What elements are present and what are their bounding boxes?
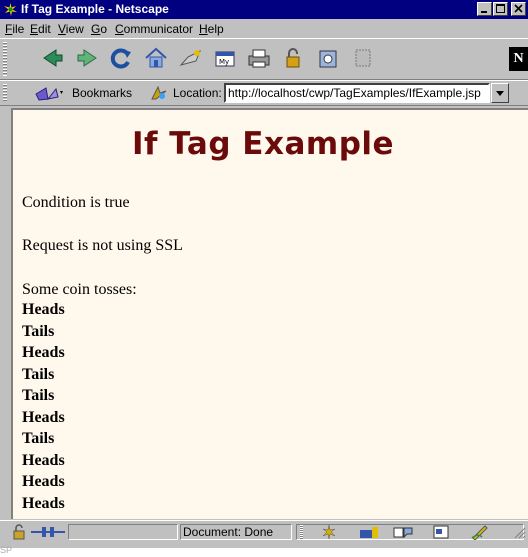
minimize-icon [481, 11, 487, 13]
maximize-button[interactable] [493, 2, 508, 16]
page-content: If Tag Example Condition is true Request… [11, 108, 528, 519]
forward-icon[interactable] [72, 43, 102, 73]
component-bar-grip[interactable] [300, 525, 303, 539]
navigator-icon[interactable] [320, 524, 338, 540]
coin-toss-result: Tails [22, 387, 55, 404]
my-netscape-icon[interactable]: My [210, 43, 240, 73]
location-icon[interactable] [150, 85, 168, 101]
close-button[interactable] [511, 2, 526, 16]
maximize-icon [496, 4, 505, 13]
location-grip[interactable] [3, 84, 7, 102]
security-icon[interactable] [278, 43, 308, 73]
coin-toss-result: Heads [22, 301, 65, 318]
unlocked-security-icon[interactable] [10, 524, 28, 540]
close-icon [514, 4, 523, 13]
shop-icon[interactable] [313, 43, 343, 73]
condition-text: Condition is true [22, 194, 130, 211]
location-toolbar: Bookmarks Location: http://localhost/cwp… [0, 80, 528, 106]
coin-toss-result: Tails [22, 323, 55, 340]
mail-icon[interactable] [358, 524, 380, 540]
reload-icon[interactable] [106, 43, 136, 73]
coin-toss-result: Tails [22, 366, 55, 383]
netscape-app-icon[interactable] [3, 2, 18, 17]
page-heading: If Tag Example [131, 126, 395, 162]
ssl-text: Request is not using SSL [22, 237, 183, 254]
coin-toss-result: Heads [22, 473, 65, 490]
composer-icon[interactable] [470, 524, 490, 540]
home-icon[interactable] [141, 43, 171, 73]
bookmarks-button[interactable]: Bookmarks [72, 86, 132, 100]
menu-help[interactable]: Help [199, 22, 224, 36]
coin-toss-result: Heads [22, 409, 65, 426]
menu-view[interactable]: View [58, 22, 84, 36]
browser-window: If Tag Example - Netscape File Edit View… [0, 0, 528, 548]
stop-icon[interactable] [348, 43, 378, 73]
search-icon[interactable] [176, 43, 206, 73]
url-input[interactable]: http://localhost/cwp/TagExamples/IfExamp… [224, 83, 490, 103]
status-bar: Document: Done [0, 520, 528, 543]
connection-icon [31, 527, 65, 537]
coin-toss-result: Heads [22, 344, 65, 361]
menu-file[interactable]: File [5, 22, 24, 36]
url-dropdown-button[interactable] [491, 83, 509, 103]
cropped-caption: SP [0, 545, 13, 555]
coin-toss-result: Heads [22, 452, 65, 469]
newsgroups-icon[interactable] [392, 524, 414, 540]
coin-toss-result: Heads [22, 495, 65, 512]
bookmarks-icon[interactable] [34, 85, 64, 103]
svg-text:My: My [219, 58, 229, 66]
resize-grip-icon[interactable] [512, 525, 526, 539]
back-icon[interactable] [38, 43, 68, 73]
progress-panel [68, 524, 178, 540]
menu-communicator[interactable]: Communicator [115, 22, 193, 36]
toolbar-grip[interactable] [3, 42, 7, 76]
menu-edit[interactable]: Edit [30, 22, 51, 36]
status-text: Document: Done [183, 525, 274, 539]
menu-bar: File Edit View Go Communicator Help [0, 19, 528, 38]
title-bar: If Tag Example - Netscape [0, 0, 528, 19]
coin-tosses-label: Some coin tosses: [22, 281, 137, 298]
location-label: Location: [173, 86, 222, 100]
print-icon[interactable] [244, 43, 274, 73]
address-book-icon[interactable] [432, 524, 450, 540]
minimize-button[interactable] [477, 2, 492, 16]
navigation-toolbar: My N [0, 38, 528, 80]
coin-toss-result: Tails [22, 430, 55, 447]
netscape-logo[interactable]: N [509, 47, 528, 71]
menu-go[interactable]: Go [91, 22, 107, 36]
window-title: If Tag Example - Netscape [21, 2, 169, 16]
